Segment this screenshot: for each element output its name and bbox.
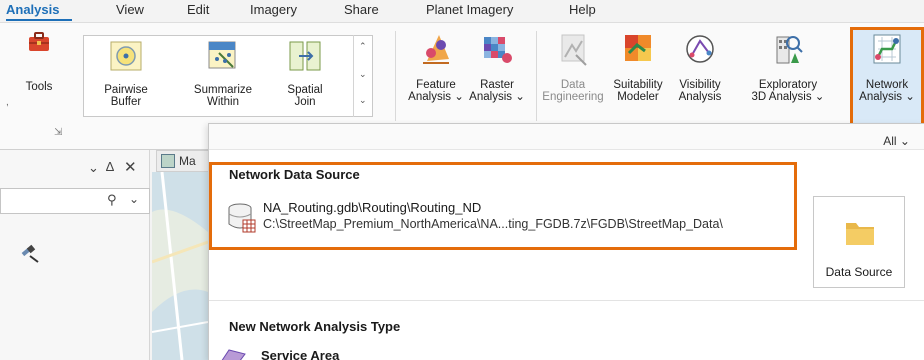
gallery-scroll-up-icon[interactable]: ⌃ [359, 41, 367, 52]
map-tab-label: Ma [179, 154, 196, 168]
visibility-analysis-line2: Analysis [678, 91, 722, 103]
pairwise-buffer-button[interactable]: Pairwise Buffer [98, 39, 154, 108]
data-source-button[interactable]: Data Source [813, 196, 905, 288]
service-area-label: Service Area [261, 348, 340, 360]
tab-view[interactable]: View [116, 2, 144, 17]
tab-share[interactable]: Share [344, 2, 379, 17]
tab-analysis[interactable]: Analysis [6, 2, 59, 17]
tools-dropdown-marker: , [6, 97, 9, 108]
tools-label: Tools [25, 81, 53, 93]
feature-analysis-icon [423, 35, 449, 64]
spatial-join-button[interactable]: Spatial Join [274, 39, 336, 108]
tab-help[interactable]: Help [569, 2, 596, 17]
exploratory-3d-icon [776, 36, 803, 64]
data-engineering-button[interactable]: Data Engineering [540, 31, 606, 103]
tab-edit[interactable]: Edit [187, 2, 209, 17]
feature-analysis-button[interactable]: Feature Analysis ⌄ [404, 31, 468, 103]
gallery-scrollbar[interactable]: ⌃ ⌄ ⌄ [353, 35, 373, 117]
map-icon [161, 154, 175, 168]
pairwise-buffer-line1: Pairwise [104, 84, 148, 96]
map-basemap-illustration [152, 172, 208, 360]
raster-analysis-icon [484, 37, 512, 63]
suitability-modeler-icon [625, 35, 651, 61]
network-analysis-line1: Network [865, 79, 909, 91]
buffer-icon [110, 41, 142, 71]
exploratory-3d-analysis-button[interactable]: Exploratory 3D Analysis ⌄ [730, 31, 846, 103]
gallery-expand-icon[interactable]: ⌄ [359, 95, 367, 106]
map-view-tab[interactable]: Ma [156, 150, 210, 172]
search-input[interactable]: ⚲ ⌄ [0, 188, 150, 214]
spatial-join-line2: Join [294, 96, 316, 108]
folder-icon [846, 223, 874, 245]
summarize-within-button[interactable]: Summarize Within [188, 39, 258, 108]
raster-analysis-button[interactable]: Raster Analysis ⌄ [466, 31, 528, 103]
summarize-within-line1: Summarize [193, 84, 253, 96]
data-engineering-line2: Engineering [542, 91, 604, 103]
dialog-launcher-icon[interactable]: ⇲ [54, 127, 62, 138]
pane-options-chevron-icon[interactable]: ⌄ [88, 160, 99, 176]
new-network-analysis-type-title: New Network Analysis Type [229, 319, 401, 334]
network-dataset-icon [228, 203, 256, 233]
visibility-analysis-line1: Visibility [679, 79, 721, 91]
data-source-button-label: Data Source [825, 265, 893, 279]
network-data-source-name: NA_Routing.gdb\Routing\Routing_ND [263, 200, 482, 215]
ribbon-tab-bar: Analysis View Edit Imagery Share Planet … [0, 0, 924, 22]
summarize-within-line2: Within [207, 96, 239, 108]
spatial-join-icon [289, 41, 321, 71]
exploratory-3d-line1: Exploratory [758, 79, 818, 91]
contents-pane: ⌄ ∆ ✕ ⚲ ⌄ [0, 150, 150, 360]
pairwise-buffer-line2: Buffer [110, 96, 142, 108]
suitability-modeler-button[interactable]: Suitability Modeler [606, 31, 670, 103]
network-analysis-dropdown: All ⌄ Network Data Source NA_Routing.gdb… [208, 123, 924, 360]
service-area-icon [221, 349, 246, 360]
summarize-within-icon [208, 41, 236, 69]
network-analysis-line2: Analysis ⌄ [859, 91, 915, 103]
dropdown-header-band [209, 124, 924, 150]
network-data-source-title: Network Data Source [229, 167, 360, 182]
tools-button[interactable]: Tools [14, 29, 64, 93]
tab-imagery[interactable]: Imagery [250, 2, 297, 17]
tab-planet-imagery[interactable]: Planet Imagery [426, 2, 513, 17]
gallery-scroll-down-icon[interactable]: ⌄ [359, 69, 367, 80]
suitability-modeler-line2: Modeler [617, 91, 659, 103]
raster-analysis-line2: Analysis ⌄ [469, 91, 525, 103]
close-pane-icon[interactable]: ✕ [124, 158, 137, 176]
network-analysis-button[interactable]: Network Analysis ⌄ [853, 31, 921, 103]
raster-analysis-line1: Raster [480, 79, 514, 91]
search-options-chevron-icon[interactable]: ⌄ [129, 192, 139, 206]
network-analysis-icon [873, 34, 901, 64]
service-area-item[interactable]: Service Area [219, 346, 419, 360]
feature-analysis-line2: Analysis ⌄ [408, 91, 464, 103]
data-engineering-icon [561, 34, 587, 66]
pin-icon[interactable]: ∆ [106, 159, 114, 174]
active-tab-indicator [6, 19, 72, 21]
spatial-join-line1: Spatial [287, 84, 323, 96]
visibility-analysis-button[interactable]: Visibility Analysis [672, 31, 728, 103]
data-engineering-line1: Data [560, 79, 586, 91]
filter-all-dropdown[interactable]: All ⌄ [883, 134, 910, 148]
search-icon: ⚲ [107, 192, 117, 207]
satellite-icon[interactable] [18, 240, 42, 264]
exploratory-3d-line2: 3D Analysis ⌄ [751, 91, 825, 103]
ribbon-separator [395, 31, 396, 121]
feature-analysis-line1: Feature [416, 79, 456, 91]
map-view[interactable] [152, 172, 208, 360]
network-data-source-path: C:\StreetMap_Premium_NorthAmerica\NA...t… [263, 217, 723, 231]
ribbon-separator [536, 31, 537, 121]
visibility-analysis-icon [686, 35, 714, 63]
suitability-modeler-line1: Suitability [613, 79, 663, 91]
toolbox-icon [29, 32, 49, 51]
section-divider [209, 300, 924, 301]
